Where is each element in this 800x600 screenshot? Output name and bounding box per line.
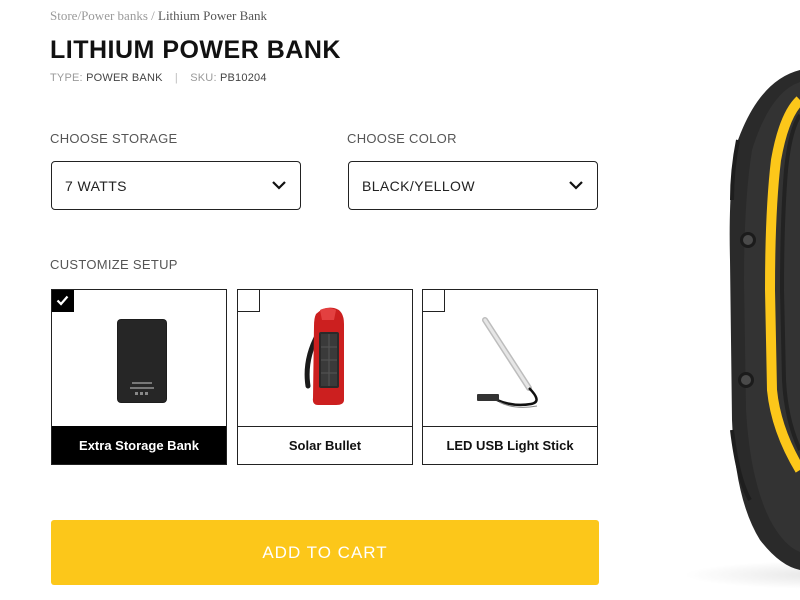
type-value: POWER BANK (86, 72, 163, 84)
breadcrumb-current: Lithium Power Bank (158, 8, 268, 23)
sku-label: SKU: (190, 72, 217, 84)
product-meta: TYPE: POWER BANK | SKU: PB10204 (50, 72, 267, 84)
color-select-value: BLACK/YELLOW (362, 178, 475, 194)
color-label: CHOOSE COLOR (347, 131, 457, 146)
storage-select[interactable]: 7 WATTS (51, 161, 301, 210)
option-name: LED USB Light Stick (423, 426, 597, 464)
setup-label: CUSTOMIZE SETUP (50, 257, 178, 272)
option-checkbox[interactable] (238, 290, 260, 312)
page-title: LITHIUM POWER BANK (50, 36, 341, 64)
breadcrumb: Store/Power banks / Lithium Power Bank (50, 8, 267, 24)
breadcrumb-link-power-banks[interactable]: Power banks (81, 8, 148, 23)
breadcrumb-link-store[interactable]: Store (50, 8, 77, 23)
option-name: Extra Storage Bank (52, 426, 226, 464)
storage-select-value: 7 WATTS (65, 178, 127, 194)
product-hero-image (620, 0, 800, 600)
chevron-down-icon (569, 181, 583, 190)
led-light-stick-image (477, 317, 538, 408)
setup-option-extra-storage-bank[interactable]: Extra Storage Bank (51, 289, 227, 465)
breadcrumb-separator: / (151, 8, 155, 23)
add-to-cart-button[interactable]: ADD TO CART (51, 520, 599, 585)
option-checkbox[interactable] (423, 290, 445, 312)
chevron-down-icon (272, 181, 286, 190)
option-name: Solar Bullet (238, 426, 412, 464)
solar-bullet-image (304, 307, 344, 405)
meta-separator: | (174, 72, 178, 84)
setup-option-led-usb-light-stick[interactable]: LED USB Light Stick (422, 289, 598, 465)
checkmark-icon (56, 295, 69, 306)
power-bank-image (117, 319, 167, 403)
sku-value: PB10204 (219, 72, 267, 84)
setup-option-solar-bullet[interactable]: Solar Bullet (237, 289, 413, 465)
type-label: TYPE: (50, 72, 83, 84)
storage-label: CHOOSE STORAGE (50, 131, 178, 146)
option-checkbox[interactable] (52, 290, 74, 312)
color-select[interactable]: BLACK/YELLOW (348, 161, 598, 210)
